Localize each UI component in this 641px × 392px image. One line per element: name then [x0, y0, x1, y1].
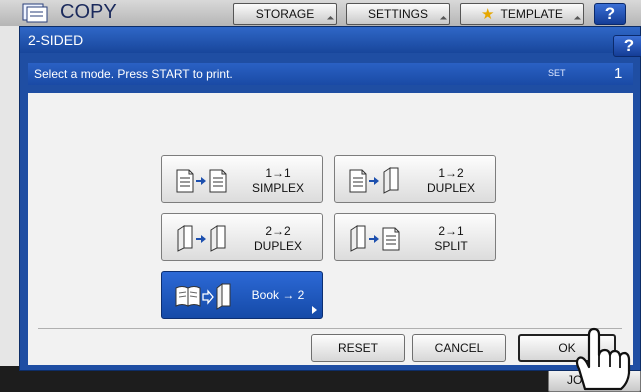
- reset-button[interactable]: RESET: [311, 334, 405, 362]
- divider: [38, 328, 622, 329]
- dialog-header: 2-SIDED: [20, 27, 640, 53]
- pointer-hand-icon: [575, 327, 631, 391]
- set-count: 1: [614, 65, 623, 82]
- set-label: SET: [548, 68, 566, 78]
- mode-label-bottom: DUPLEX: [253, 239, 303, 253]
- cancel-label: CANCEL: [434, 341, 484, 355]
- copy-app-icon: [22, 3, 48, 23]
- corner-arrow-icon: [573, 15, 582, 24]
- dialog-body: 1→1 SIMPLEX 1→2 DUPLEX 2→2 DUPLEX 2→1 SP…: [28, 93, 633, 365]
- duplex-to-simplex-icon: [350, 225, 400, 252]
- tab-template-label: TEMPLATE: [500, 7, 563, 21]
- mode-label-top: 1→2: [438, 166, 464, 180]
- message-bar: Select a mode. Press START to print. SET…: [28, 63, 633, 85]
- mode-label-bottom: SIMPLEX: [251, 181, 305, 195]
- dialog-help-button[interactable]: ?: [613, 35, 641, 57]
- mode-label: Book → 2: [251, 288, 305, 302]
- book-to-duplex-icon: [175, 282, 231, 310]
- tab-storage[interactable]: STORAGE: [233, 3, 337, 25]
- tab-settings-label: SETTINGS: [367, 7, 428, 21]
- mode-label-bottom: SPLIT: [434, 239, 468, 253]
- mode-duplex-to-simplex-button[interactable]: 2→1 SPLIT: [334, 213, 496, 261]
- mode-book-to-duplex-button[interactable]: Book → 2: [161, 271, 323, 319]
- mode-simplex-to-duplex-button[interactable]: 1→2 DUPLEX: [334, 155, 496, 203]
- duplex-to-duplex-icon: [177, 225, 226, 252]
- mode-duplex-to-duplex-button[interactable]: 2→2 DUPLEX: [161, 213, 323, 261]
- mode-label-top: 2→2: [265, 224, 291, 238]
- mode-simplex-to-simplex-button[interactable]: 1→1 SIMPLEX: [161, 155, 323, 203]
- mode-label-top: 2→1: [438, 224, 464, 238]
- help-button[interactable]: ?: [594, 3, 626, 25]
- corner-arrow-icon: [439, 15, 448, 24]
- reset-label: RESET: [337, 341, 378, 355]
- tab-settings[interactable]: SETTINGS: [346, 3, 450, 25]
- instruction-message: Select a mode. Press START to print.: [34, 67, 233, 81]
- app-title: COPY: [60, 1, 117, 23]
- help-icon: ?: [623, 36, 635, 55]
- two-sided-dialog: 2-SIDED ? Select a mode. Press START to …: [19, 26, 641, 371]
- tab-template[interactable]: ★ TEMPLATE: [460, 3, 584, 25]
- simplex-to-duplex-icon: [349, 167, 399, 194]
- more-options-icon: [312, 306, 317, 314]
- mode-label-bottom: DUPLEX: [426, 181, 476, 195]
- tab-storage-label: STORAGE: [255, 7, 315, 21]
- mode-label-top: 1→1: [265, 166, 291, 180]
- copy-top-bar: COPY STORAGE SETTINGS ★ TEMPLATE ?: [0, 0, 641, 26]
- dialog-title: 2-SIDED: [28, 32, 84, 48]
- help-icon: ?: [604, 4, 616, 23]
- cancel-button[interactable]: CANCEL: [412, 334, 506, 362]
- simplex-to-simplex-icon: [176, 169, 227, 193]
- corner-arrow-icon: [326, 15, 335, 24]
- star-icon: ★: [481, 6, 495, 23]
